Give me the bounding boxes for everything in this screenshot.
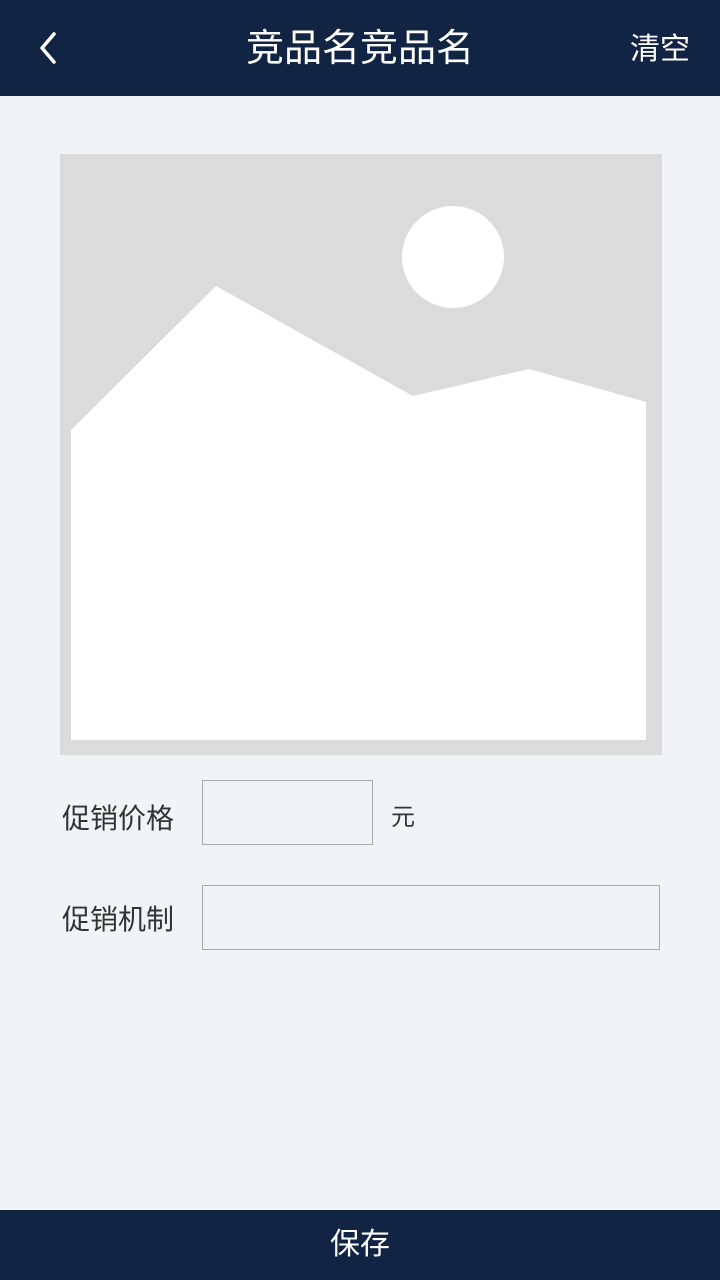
- promo-price-input[interactable]: [202, 780, 373, 845]
- top-nav-bar: 竞品名竞品名 清空: [0, 0, 720, 96]
- save-button[interactable]: 保存: [0, 1210, 720, 1280]
- back-button[interactable]: [22, 22, 74, 74]
- page-title: 竞品名竞品名: [245, 26, 474, 70]
- promo-mechanism-input[interactable]: [202, 885, 660, 950]
- clear-button[interactable]: 清空: [630, 0, 690, 96]
- promo-price-label: 促销价格: [62, 802, 175, 835]
- product-image-placeholder[interactable]: [60, 154, 662, 755]
- price-unit-label: 元: [391, 803, 415, 831]
- promo-mechanism-label: 促销机制: [62, 903, 175, 936]
- image-placeholder-icon: [71, 206, 646, 740]
- chevron-left-icon: [40, 32, 56, 64]
